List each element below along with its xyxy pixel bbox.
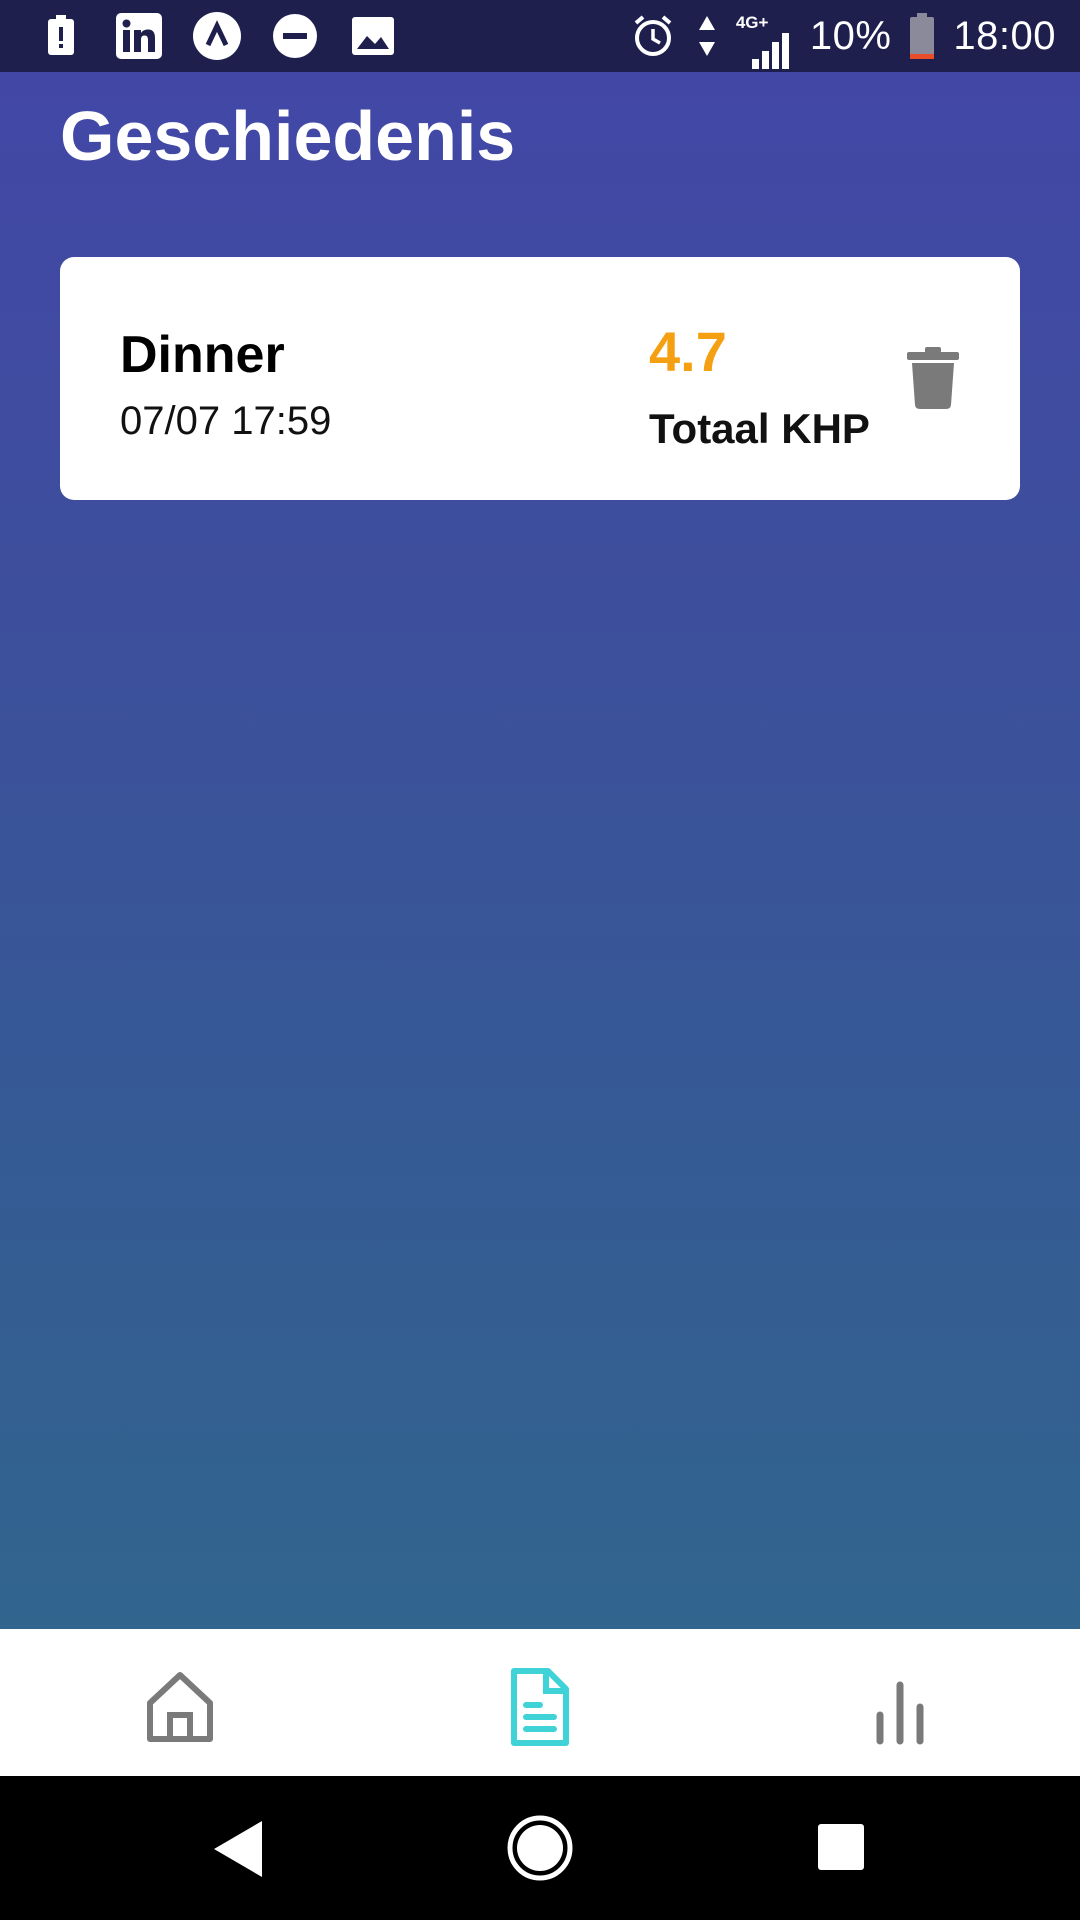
home-button[interactable] — [506, 1814, 574, 1887]
nav-stats[interactable] — [860, 1667, 940, 1747]
home-circle-icon — [506, 1815, 574, 1886]
image-icon — [348, 11, 398, 61]
home-icon — [140, 1672, 220, 1751]
battery-percent: 10% — [809, 13, 892, 58]
delete-button[interactable] — [905, 347, 961, 409]
trash-icon — [905, 347, 961, 413]
back-icon — [210, 1821, 266, 1883]
caret-icon — [192, 11, 242, 61]
signal-icon: 4G+ — [736, 11, 796, 69]
nav-home[interactable] — [140, 1667, 220, 1747]
back-button[interactable] — [210, 1819, 266, 1884]
page-title: Geschiedenis — [60, 97, 516, 175]
battery-icon — [905, 11, 939, 61]
recents-icon — [818, 1824, 864, 1874]
history-card[interactable]: Dinner 07/07 17:59 4.7 Totaal KHP — [60, 257, 1020, 500]
history-screen: Geschiedenis Dinner 07/07 17:59 4.7 Tota… — [0, 72, 1080, 1629]
bottom-navigation — [0, 1629, 1080, 1776]
meal-timestamp: 07/07 17:59 — [120, 399, 332, 443]
notification-icons — [36, 0, 398, 72]
status-bar: 4G+ 10% 18:00 — [0, 0, 1080, 72]
khp-label: Totaal KHP — [649, 405, 870, 452]
nav-history[interactable] — [500, 1667, 580, 1747]
document-icon — [500, 1668, 580, 1751]
dnd-icon — [270, 11, 320, 61]
alert-icon — [36, 11, 86, 61]
bar-chart-icon — [860, 1681, 940, 1751]
alarm-icon — [628, 11, 678, 61]
recents-button[interactable] — [818, 1824, 864, 1875]
meal-name: Dinner — [120, 326, 285, 384]
system-navigation-bar — [0, 1776, 1080, 1920]
linkedin-icon — [114, 11, 164, 61]
system-status: 4G+ 10% 18:00 — [628, 0, 1056, 72]
clock: 18:00 — [953, 13, 1056, 58]
data-arrows-icon — [692, 11, 722, 61]
khp-value: 4.7 — [649, 320, 727, 383]
